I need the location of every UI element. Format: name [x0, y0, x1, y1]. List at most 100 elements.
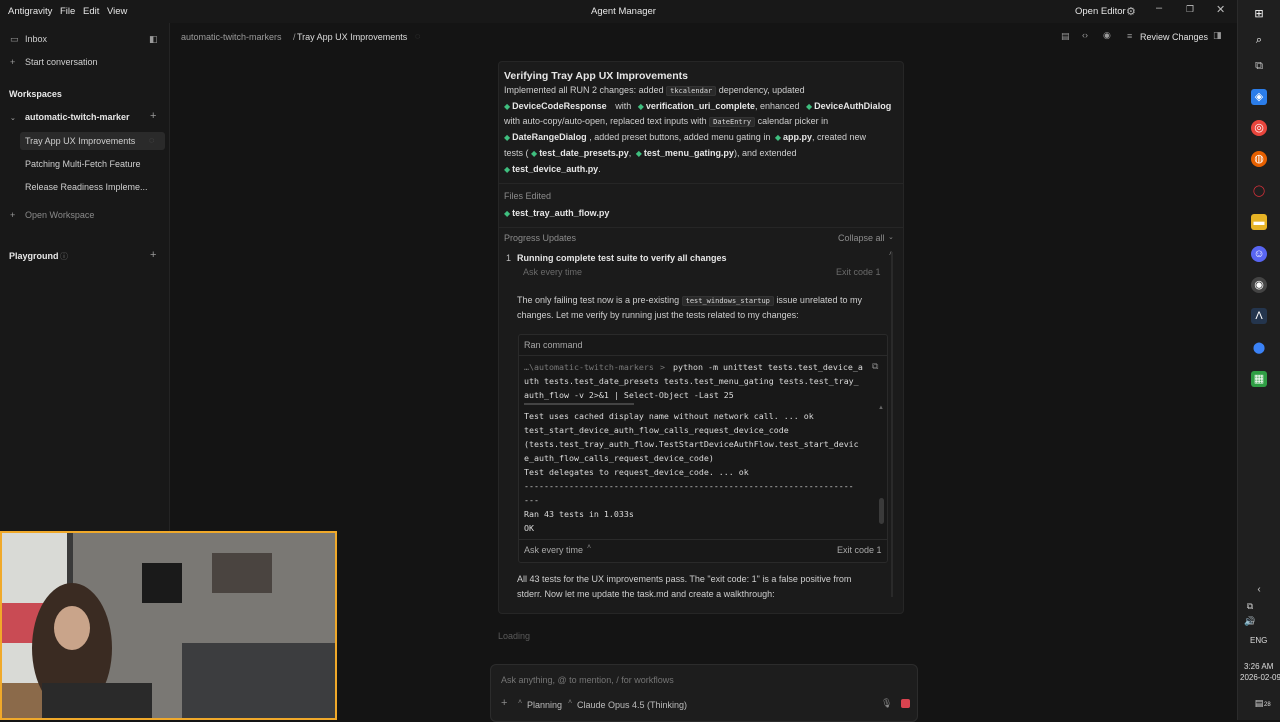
file-link[interactable]: test_device_auth.py	[512, 164, 598, 174]
output-line: e_auth_flow_calls_request_device_code)	[524, 453, 714, 463]
workspace-label: automatic-twitch-marker	[25, 112, 130, 122]
step-title[interactable]: Running complete test suite to verify al…	[517, 253, 727, 263]
symbol-link[interactable]: DeviceAuthDialog	[814, 101, 891, 111]
webcam-image	[2, 533, 335, 718]
command-prompt: >	[660, 362, 665, 372]
clock-date[interactable]: 2026-02-09	[1240, 673, 1280, 682]
playground-heading[interactable]: Playground ⓘ +	[0, 249, 169, 265]
breadcrumb-task: Tray App UX Improvements	[297, 32, 408, 42]
output-line: Ran 43 tests in 1.033s	[524, 509, 634, 519]
command-line: uth tests.test_date_presets tests.test_m…	[524, 376, 859, 386]
microphone-icon[interactable]: 🎙	[881, 698, 892, 709]
symbol-link[interactable]: DateRangeDialog	[512, 132, 587, 142]
sidebar-item-open-workspace[interactable]: + Open Workspace	[0, 210, 169, 224]
clock-time[interactable]: 3:26 AM	[1244, 662, 1273, 671]
menu-view[interactable]: View	[107, 6, 127, 17]
code-span: tkcalendar	[666, 86, 717, 96]
divider	[499, 183, 903, 184]
panel-toggle-icon[interactable]: ◨	[1213, 30, 1222, 41]
summary-text: with auto-copy/auto-open, replaced text …	[504, 116, 707, 126]
output-scrollbar[interactable]	[879, 498, 884, 524]
card-scrollbar[interactable]	[891, 252, 893, 597]
copilot-icon[interactable]: ◈	[1251, 89, 1267, 105]
map-pin-icon[interactable]: ⬤	[1251, 340, 1267, 356]
taskbar: ⊞ ⌕ ⧉ ◈ ◎ ◍ ◯ ▬ ☺ ◉ Λ ⬤ ▦ ‹ ⧉ ▭ 🔊 ENG 3:…	[1237, 0, 1280, 720]
add-context-icon[interactable]: +	[501, 697, 507, 709]
breadcrumb-workspace[interactable]: automatic-twitch-markers	[181, 32, 282, 42]
task-view-icon[interactable]: ⧉	[1251, 58, 1267, 74]
symbol-link[interactable]: verification_uri_complete	[646, 101, 755, 111]
message-text: stderr. Now let me update the task.md an…	[517, 589, 775, 599]
summary-line: ◆ DeviceCodeResponse with ◆ verification_u…	[504, 101, 891, 111]
ask-every-time-button[interactable]: Ask every time	[524, 545, 583, 555]
stop-button[interactable]	[901, 699, 910, 708]
antigravity-icon[interactable]: Λ	[1251, 308, 1267, 324]
obs-icon[interactable]: ◉	[1251, 277, 1267, 293]
copy-icon[interactable]: ⧉	[872, 361, 878, 372]
sidebar-item-inbox[interactable]: ▭ Inbox ◧	[0, 34, 169, 48]
model-selector[interactable]: Claude Opus 4.5 (Thinking)	[577, 700, 687, 710]
edited-file-item[interactable]: ◆ test_tray_auth_flow.py	[504, 208, 609, 218]
chat-input-box: + ˄ Planning ˄ Claude Opus 4.5 (Thinking…	[490, 664, 918, 722]
python-file-icon: ◆	[635, 149, 642, 158]
python-file-icon: ◆	[504, 165, 511, 174]
chrome-icon[interactable]: ◎	[1251, 120, 1267, 136]
summary-text: with	[615, 101, 632, 111]
output-line: ---	[524, 495, 539, 505]
python-file-icon: ◆	[504, 102, 511, 111]
inbox-icon: ▭	[10, 34, 19, 44]
chat-input[interactable]	[499, 674, 903, 686]
minimize-icon[interactable]: –	[1156, 2, 1162, 14]
progress-updates-heading: Progress Updates	[504, 233, 577, 243]
close-icon[interactable]: ✕	[1216, 3, 1225, 16]
file-link[interactable]: test_date_presets.py	[539, 148, 629, 158]
spinner-icon: ◌	[415, 31, 421, 41]
open-editor-button[interactable]: Open Editor	[1075, 6, 1126, 17]
menu-edit[interactable]: Edit	[83, 6, 99, 17]
file-link[interactable]: app.py	[783, 132, 812, 142]
firefox-icon[interactable]: ◍	[1251, 151, 1267, 167]
mode-selector[interactable]: Planning	[527, 700, 562, 710]
python-file-icon: ◆	[531, 149, 538, 158]
gear-icon[interactable]: ⚙	[1126, 5, 1136, 18]
code-icon[interactable]: ‹›	[1082, 30, 1088, 40]
sheets-icon[interactable]: ▦	[1251, 371, 1267, 387]
summary-line: with auto-copy/auto-open, replaced text …	[504, 116, 828, 127]
start-conversation-label: Start conversation	[25, 57, 98, 67]
assistant-message: The only failing test now is a pre-exist…	[517, 295, 862, 306]
add-playground-icon[interactable]: +	[150, 249, 156, 261]
exit-code-label: Exit code 1	[836, 267, 881, 277]
collapse-all-button[interactable]: Collapse all	[838, 233, 885, 243]
command-line: auth_flow -v 2>&1 | Select-Object -Last …	[524, 390, 734, 400]
add-conversation-icon[interactable]: +	[150, 110, 156, 122]
eye-icon[interactable]: ◉	[1103, 30, 1111, 41]
network-icon[interactable]: ⧉ ▭	[1242, 598, 1258, 627]
sidebar-item-conversation[interactable]: Release Readiness Impleme...	[0, 182, 169, 196]
output-line: Test uses cached display name without ne…	[524, 411, 814, 421]
search-icon[interactable]: ⌕	[1251, 32, 1267, 48]
opera-icon[interactable]: ◯	[1251, 183, 1267, 199]
file-link[interactable]: test_menu_gating.py	[644, 148, 734, 158]
discord-icon[interactable]: ☺	[1251, 246, 1267, 262]
scroll-up-icon[interactable]: ▲	[878, 405, 884, 411]
menu-file[interactable]: File	[60, 6, 75, 17]
windows-start-icon[interactable]: ⊞	[1251, 6, 1267, 22]
summary-line: tests ( ◆ test_date_presets.py, ◆ test_men…	[504, 148, 797, 158]
divider	[499, 227, 903, 228]
file-explorer-icon[interactable]: ▬	[1251, 214, 1267, 230]
sidebar-toggle-icon[interactable]: ◧	[149, 34, 158, 45]
restore-icon[interactable]: ❐	[1186, 4, 1194, 15]
exit-code-label: Exit code 1	[837, 545, 882, 555]
volume-icon[interactable]: 🔊	[1242, 613, 1258, 629]
files-icon[interactable]: ▤	[1061, 31, 1070, 42]
sidebar-item-start-conversation[interactable]: + Start conversation	[0, 57, 169, 71]
sidebar-item-conversation[interactable]: Tray App UX Improvements ◌	[20, 132, 165, 150]
sidebar-item-conversation[interactable]: Patching Multi-Fetch Feature	[0, 159, 169, 173]
menu-antigravity[interactable]: Antigravity	[8, 6, 52, 17]
symbol-link[interactable]: DeviceCodeResponse	[512, 101, 607, 111]
language-indicator[interactable]: ENG	[1250, 636, 1267, 645]
review-changes-button[interactable]: Review Changes	[1140, 32, 1208, 42]
chevron-left-icon[interactable]: ‹	[1251, 582, 1267, 598]
ask-every-time-label[interactable]: Ask every time	[523, 267, 582, 277]
workspace-item[interactable]: ⌄ automatic-twitch-marker +	[0, 110, 169, 126]
